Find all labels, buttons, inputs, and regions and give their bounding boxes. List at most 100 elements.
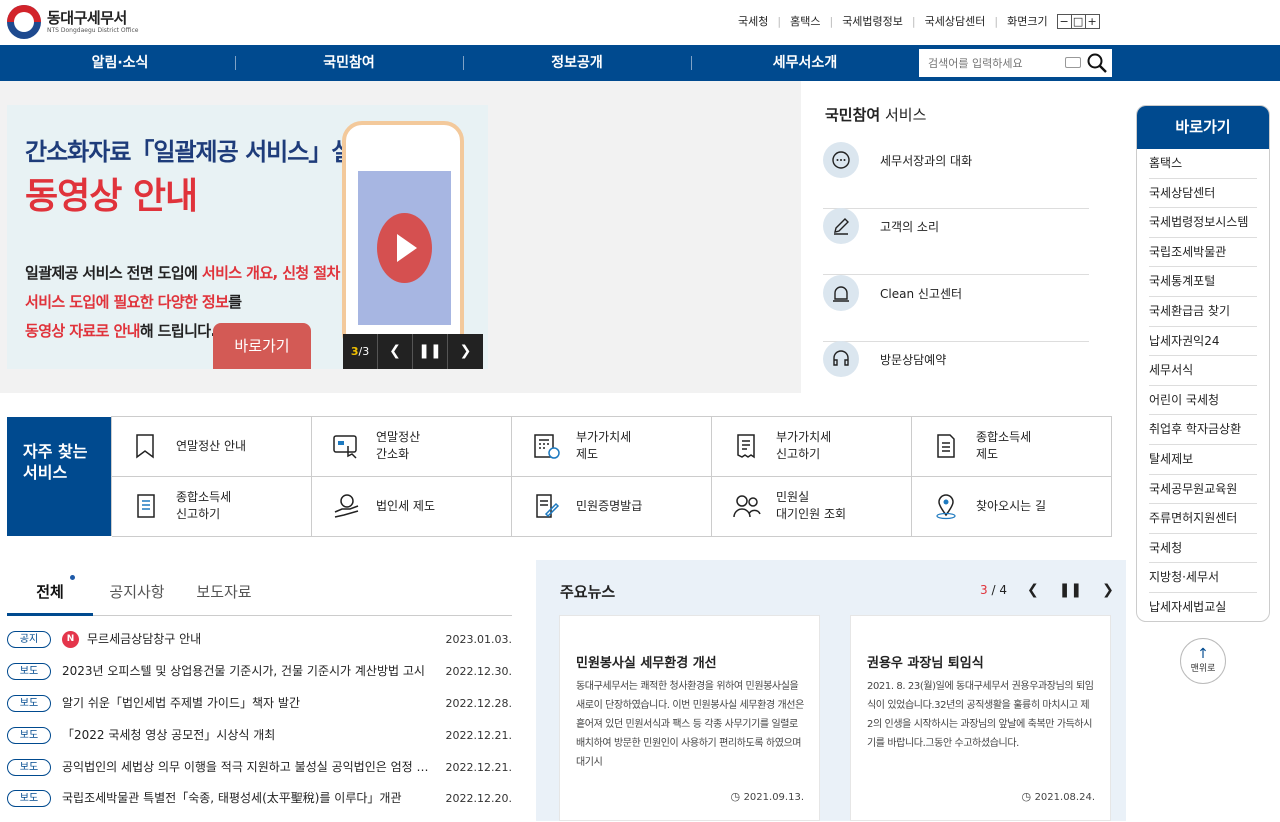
people-icon [733, 495, 761, 518]
nav-participation[interactable]: 국민참여 [235, 45, 463, 81]
promo-banner[interactable]: 간소화자료「일괄제공 서비스」설명 동영상 안내 일괄제공 서비스 전면 도입에… [7, 105, 488, 369]
top-link-hometax[interactable]: 홈택스 [790, 13, 820, 29]
board-row-date: 2023.01.03. [445, 633, 512, 646]
news-current: 3 [980, 583, 988, 597]
arrow-up-icon: ↑ [1197, 646, 1209, 662]
freq-item-income-filing[interactable]: 종합소득세 신고하기 [112, 477, 312, 537]
board-row[interactable]: 보도 2023년 오피스텔 및 상업용건물 기준시가, 건물 기준시가 계산방법… [7, 663, 512, 695]
top-link-law[interactable]: 국세법령정보 [842, 13, 903, 29]
quick-link-item[interactable]: 국세환급금 찾기 [1149, 297, 1257, 327]
news-card[interactable]: 권용우 과장님 퇴임식 2021. 8. 23(월)일에 동대구세무서 권용우과… [850, 615, 1111, 821]
banner-subtitle: 동영상 안내 [25, 176, 198, 217]
quick-link-item[interactable]: 국세공무원교육원 [1149, 475, 1257, 505]
freq-item-certificate[interactable]: 민원증명발급 [512, 477, 712, 537]
quick-link-item[interactable]: 세무서식 [1149, 356, 1257, 386]
top-links: 국세청 | 홈택스 | 국세법령정보 | 국세상담센터 | 화면크기 − □ + [738, 13, 1100, 29]
banner-pause-icon[interactable]: ❚❚ [413, 334, 448, 369]
board-row[interactable]: 보도 「2022 국세청 영상 공모전」시상식 개최 2022.12.21. [7, 727, 512, 759]
tab-all[interactable]: 전체 [7, 575, 93, 616]
freq-item-waiting[interactable]: 민원실 대기인원 조회 [712, 477, 912, 537]
freq-item-vat-filing[interactable]: 부가가치세 신고하기 [712, 417, 912, 477]
category-badge: 보도 [7, 790, 51, 807]
quick-link-item[interactable]: 탈세제보 [1149, 445, 1257, 475]
board-row-date: 2022.12.21. [445, 761, 512, 774]
zoom-controls: − □ + [1056, 13, 1100, 29]
quick-link-item[interactable]: 홈택스 [1149, 149, 1257, 179]
quick-link-item[interactable]: 지방청·세무서 [1149, 563, 1257, 593]
play-icon [377, 213, 432, 283]
news-controls: 3 / 4 ❮ ❚❚ ❯ [980, 582, 1114, 598]
scroll-top-button[interactable]: ↑ 맨위로 [1180, 638, 1226, 684]
board-row-title[interactable]: 무르세금상담창구 안내 [87, 631, 427, 648]
news-card[interactable]: 민원봉사실 세무환경 개선 동대구세무서는 쾌적한 청사환경을 위하여 민원봉사… [559, 615, 820, 821]
freq-item-corporate-tax[interactable]: 법인세 제도 [312, 477, 512, 537]
news-title: 주요뉴스 [560, 583, 616, 601]
tab-notice[interactable]: 공지사항 [93, 575, 181, 616]
quick-link-item[interactable]: 국세통계포털 [1149, 267, 1257, 297]
board-row[interactable]: 공지 N 무르세금상담창구 안내 2023.01.03. [7, 631, 512, 663]
banner-counter: 3/3 [343, 334, 378, 369]
top-link-counsel[interactable]: 국세상담센터 [925, 13, 986, 29]
board-row[interactable]: 보도 국립조세박물관 특별전「숙종, 태평성세(太平聖稅)를 이루다」개관 20… [7, 790, 512, 822]
board-row-title[interactable]: 알기 쉬운「법인세법 주제별 가이드」책자 발간 [62, 695, 432, 712]
office-name-en: NTS Dongdaegu District Office [47, 27, 139, 34]
participation-item-voice[interactable]: 고객의 소리 [823, 208, 1089, 275]
quick-links-panel: 바로가기 홈택스 국세상담센터 국세법령정보시스템 국립조세박물관 국세통계포털… [1136, 105, 1270, 622]
banner-next-icon[interactable]: ❯ [448, 334, 483, 369]
board-row-title[interactable]: 국립조세박물관 특별전「숙종, 태평성세(太平聖稅)를 이루다」개관 [62, 790, 432, 807]
virtual-keyboard-icon[interactable] [1065, 57, 1081, 68]
quick-link-item[interactable]: 어린이 국세청 [1149, 386, 1257, 416]
zoom-reset-button[interactable]: □ [1070, 13, 1086, 29]
search-icon[interactable] [1087, 53, 1107, 73]
banner-prev-icon[interactable]: ❮ [378, 334, 413, 369]
freq-item-vat-system[interactable]: 부가가치세 제도 [512, 417, 712, 477]
quick-link-item[interactable]: 국세상담센터 [1149, 179, 1257, 209]
news-pause-icon[interactable]: ❚❚ [1059, 582, 1082, 598]
board-row-title[interactable]: 「2022 국세청 영상 공모전」시상식 개최 [62, 727, 432, 744]
quick-link-item[interactable]: 국세청 [1149, 534, 1257, 564]
zoom-in-button[interactable]: + [1084, 13, 1100, 29]
headset-icon [823, 341, 859, 377]
siren-icon [823, 275, 859, 311]
board-row-title[interactable]: 공익법인의 세법상 의무 이행을 적극 지원하고 불성실 공익법인은 엄정 대응 [62, 759, 432, 776]
news-total: 4 [999, 583, 1007, 597]
participation-item-dialogue[interactable]: 세무서장과의 대화 [823, 142, 1089, 209]
participation-item-clean[interactable]: Clean 신고센터 [823, 275, 1089, 342]
board-row-date: 2022.12.30. [445, 665, 512, 678]
news-next-icon[interactable]: ❯ [1102, 582, 1114, 598]
top-link-nts[interactable]: 국세청 [738, 13, 768, 29]
quick-link-item[interactable]: 국립조세박물관 [1149, 238, 1257, 268]
map-pin-icon [936, 494, 956, 520]
quick-link-item[interactable]: 국세법령정보시스템 [1149, 208, 1257, 238]
quick-link-item[interactable]: 주류면허지원센터 [1149, 504, 1257, 534]
news-prev-icon[interactable]: ❮ [1027, 582, 1039, 598]
nav-about[interactable]: 세무서소개 [691, 45, 919, 81]
category-badge: 보도 [7, 759, 51, 776]
tab-indicator-dot [70, 575, 75, 580]
board-row[interactable]: 보도 공익법인의 세법상 의무 이행을 적극 지원하고 불성실 공익법인은 엄정… [7, 759, 512, 791]
quick-link-item[interactable]: 취업후 학자금상환 [1149, 415, 1257, 445]
participation-item-visit[interactable]: 방문상담예약 [823, 341, 1089, 408]
board-row-title[interactable]: 2023년 오피스텔 및 상업용건물 기준시가, 건물 기준시가 계산방법 고시 [62, 663, 432, 680]
form-icon [137, 494, 155, 518]
freq-item-income-system[interactable]: 종합소득세 제도 [912, 417, 1112, 477]
coin-hand-icon [334, 494, 359, 518]
quick-link-item[interactable]: 납세자권익24 [1149, 327, 1257, 357]
nav-disclosure[interactable]: 정보공개 [463, 45, 691, 81]
board-row[interactable]: 보도 알기 쉬운「법인세법 주제별 가이드」책자 발간 2022.12.28. [7, 695, 512, 727]
search-box [919, 49, 1112, 77]
freq-item-yearend-guide[interactable]: 연말정산 안내 [112, 417, 312, 477]
freq-item-yearend-simple[interactable]: 연말정산 간소화 [312, 417, 512, 477]
zoom-out-button[interactable]: − [1056, 13, 1072, 29]
tab-press[interactable]: 보도자료 [181, 575, 267, 616]
freq-item-directions[interactable]: 찾아오시는 길 [912, 477, 1112, 537]
site-logo[interactable]: 동대구세무서 NTS Dongdaegu District Office [7, 5, 138, 39]
top-bar: 동대구세무서 NTS Dongdaegu District Office 국세청… [0, 0, 1280, 45]
news-card-date: 2021.09.13. [730, 790, 804, 803]
search-input[interactable] [919, 49, 1069, 77]
banner-go-button[interactable]: 바로가기 [213, 323, 311, 369]
quick-link-item[interactable]: 납세자세법교실 [1149, 593, 1257, 621]
nav-news[interactable]: 알림·소식 [0, 45, 240, 81]
banner-title: 간소화자료「일괄제공 서비스」설명 [25, 138, 374, 166]
chat-bubble-icon [823, 142, 859, 178]
